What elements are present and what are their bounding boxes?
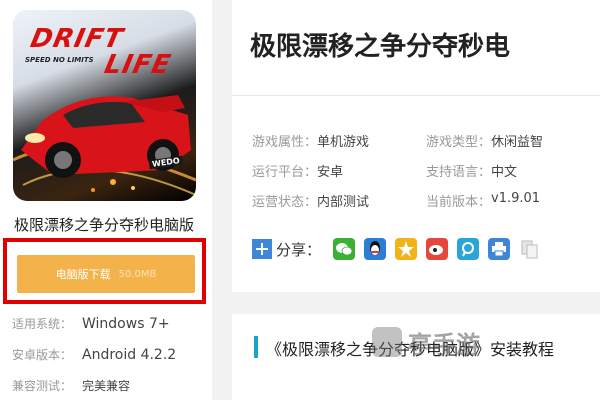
attribute-grid: 游戏属性： 单机游戏 游戏类型： 休闲益智 运行平台： 安卓 支持语言： 中文 (252, 125, 600, 215)
share-bar: 分享： (252, 238, 550, 260)
section-title: 《极限漂移之争分夺秒电脑版》安装教程 (266, 340, 555, 359)
attr-value: 中文 (491, 164, 518, 180)
attribute-row: 运营状态： 内部测试 当前版本： v1.9.01 (252, 185, 600, 215)
info-key: 安卓版本： (12, 348, 73, 362)
copy-icon[interactable] (519, 238, 541, 260)
share-label: 分享： (276, 240, 322, 259)
page: DRIFT SPEED NO LIMITS LIFE WEDO 极限漂移之争分夺… (0, 0, 600, 400)
system-info-list: 适用系统： Windows 7+ 安卓版本： Android 4.2.2 兼容测… (12, 308, 204, 400)
game-detail-card: 极限漂移之争分夺秒电 游戏属性： 单机游戏 游戏类型： 休闲益智 运行平台： 安… (232, 0, 600, 292)
pc-download-button[interactable]: 电脑版下载 50.0MB (17, 255, 195, 293)
divider (232, 95, 600, 96)
attr-value: 休闲益智 (491, 134, 544, 150)
qzone-icon[interactable] (395, 238, 418, 260)
download-size: 50.0MB (118, 268, 157, 280)
attr-platform: 运行平台： 安卓 (252, 161, 426, 180)
plus-icon[interactable] (252, 239, 272, 259)
page-title: 极限漂移之争分夺秒电 (250, 32, 511, 62)
attr-key: 游戏类型： (426, 134, 492, 150)
info-value: 完美兼容 (82, 379, 131, 393)
logo-life-text: LIFE (101, 50, 174, 80)
info-key: 适用系统： (12, 317, 73, 331)
info-row-compat: 兼容测试： 完美兼容 (12, 370, 204, 400)
attr-key: 运营状态： (252, 194, 318, 210)
download-label: 电脑版下载 (55, 268, 111, 281)
qq-icon[interactable] (364, 238, 387, 260)
attr-key: 运行平台： (252, 164, 318, 180)
logo-tagline: SPEED NO LIMITS (25, 56, 94, 64)
info-value: Windows 7+ (82, 315, 170, 332)
info-key: 兼容测试： (12, 379, 73, 393)
attr-game-property: 游戏属性： 单机游戏 (252, 131, 426, 150)
attr-value: 内部测试 (317, 194, 370, 210)
app-name: 极限漂移之争分夺秒电脑版 (14, 216, 195, 234)
download-highlight-frame: 电脑版下载 50.0MB (3, 238, 206, 304)
attr-game-type: 游戏类型： 休闲益智 (426, 131, 600, 150)
wechat-icon[interactable] (333, 238, 356, 260)
attr-status: 运营状态： 内部测试 (252, 191, 426, 210)
tencent-weibo-icon[interactable] (457, 238, 480, 260)
info-row-android: 安卓版本： Android 4.2.2 (12, 339, 204, 370)
attr-value: v1.9.01 (491, 190, 541, 206)
attr-key: 当前版本： (426, 194, 492, 210)
print-icon[interactable] (488, 238, 511, 260)
attr-value: 单机游戏 (317, 134, 370, 150)
attribute-row: 游戏属性： 单机游戏 游戏类型： 休闲益智 (252, 125, 600, 155)
attr-language: 支持语言： 中文 (426, 161, 600, 180)
install-guide-card: 《极限漂移之争分夺秒电脑版》安装教程 亭手游 (232, 314, 600, 400)
app-sidebar-card: DRIFT SPEED NO LIMITS LIFE WEDO 极限漂移之争分夺… (0, 0, 212, 400)
attr-version: 当前版本： v1.9.01 (426, 191, 600, 210)
attribute-row: 运行平台： 安卓 支持语言： 中文 (252, 155, 600, 185)
info-value: Android 4.2.2 (82, 346, 177, 363)
attr-value: 安卓 (317, 164, 344, 180)
section-accent-bar (254, 336, 258, 358)
info-row-os: 适用系统： Windows 7+ (12, 308, 204, 339)
weibo-icon[interactable] (426, 238, 449, 260)
attr-key: 游戏属性： (252, 134, 318, 150)
app-icon[interactable]: DRIFT SPEED NO LIMITS LIFE WEDO (13, 10, 196, 201)
attr-key: 支持语言： (426, 164, 492, 180)
